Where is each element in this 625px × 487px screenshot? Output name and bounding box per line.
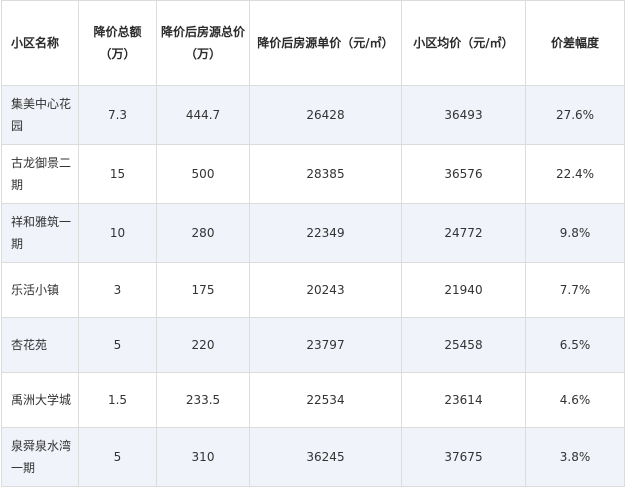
cell-price-cut: 10 [78,203,157,263]
cell-avg-price: 24772 [401,203,526,263]
table-row: 集美中心花园 7.3 444.7 26428 36493 27.6% [1,85,625,145]
cell-price-cut: 15 [78,144,157,204]
cell-diff-rate: 4.6% [525,372,625,428]
cell-avg-price: 37675 [401,427,526,487]
cell-total-price: 280 [156,203,250,263]
cell-diff-rate: 22.4% [525,144,625,204]
table-row: 古龙御景二期 15 500 28385 36576 22.4% [1,144,625,204]
cell-diff-rate: 6.5% [525,317,625,373]
cell-diff-rate: 27.6% [525,85,625,145]
cell-total-price: 310 [156,427,250,487]
cell-avg-price: 25458 [401,317,526,373]
cell-unit-price: 23797 [249,317,402,373]
cell-avg-price: 21940 [401,262,526,318]
cell-price-cut: 5 [78,317,157,373]
header-community-name: 小区名称 [1,0,79,86]
cell-avg-price: 36576 [401,144,526,204]
cell-community-name: 乐活小镇 [1,262,79,318]
cell-avg-price: 23614 [401,372,526,428]
cell-total-price: 220 [156,317,250,373]
header-post-cut-total-price: 降价后房源总价（万） [156,0,250,86]
table-row: 泉舜泉水湾一期 5 310 36245 37675 3.8% [1,427,625,487]
cell-price-cut: 5 [78,427,157,487]
cell-diff-rate: 7.7% [525,262,625,318]
table-row: 乐活小镇 3 175 20243 21940 7.7% [1,262,625,318]
cell-price-cut: 3 [78,262,157,318]
cell-unit-price: 36245 [249,427,402,487]
table-row: 祥和雅筑一期 10 280 22349 24772 9.8% [1,203,625,263]
price-cut-table: 小区名称 降价总额（万） 降价后房源总价（万） 降价后房源单价（元/㎡） 小区均… [1,0,625,487]
cell-community-name: 禹洲大学城 [1,372,79,428]
cell-community-name: 集美中心花园 [1,85,79,145]
cell-unit-price: 26428 [249,85,402,145]
cell-total-price: 444.7 [156,85,250,145]
table-row: 杏花苑 5 220 23797 25458 6.5% [1,317,625,373]
cell-total-price: 500 [156,144,250,204]
cell-community-name: 泉舜泉水湾一期 [1,427,79,487]
cell-total-price: 233.5 [156,372,250,428]
header-post-cut-unit-price: 降价后房源单价（元/㎡） [249,0,402,86]
cell-unit-price: 22349 [249,203,402,263]
cell-diff-rate: 9.8% [525,203,625,263]
cell-community-name: 杏花苑 [1,317,79,373]
header-community-avg-price: 小区均价（元/㎡） [401,0,526,86]
cell-diff-rate: 3.8% [525,427,625,487]
cell-community-name: 祥和雅筑一期 [1,203,79,263]
header-price-cut-total: 降价总额（万） [78,0,157,86]
cell-total-price: 175 [156,262,250,318]
header-price-diff-rate: 价差幅度 [525,0,625,86]
cell-price-cut: 1.5 [78,372,157,428]
cell-price-cut: 7.3 [78,85,157,145]
cell-unit-price: 22534 [249,372,402,428]
cell-community-name: 古龙御景二期 [1,144,79,204]
cell-avg-price: 36493 [401,85,526,145]
table-row: 禹洲大学城 1.5 233.5 22534 23614 4.6% [1,372,625,428]
table-header-row: 小区名称 降价总额（万） 降价后房源总价（万） 降价后房源单价（元/㎡） 小区均… [1,0,625,86]
cell-unit-price: 28385 [249,144,402,204]
cell-unit-price: 20243 [249,262,402,318]
